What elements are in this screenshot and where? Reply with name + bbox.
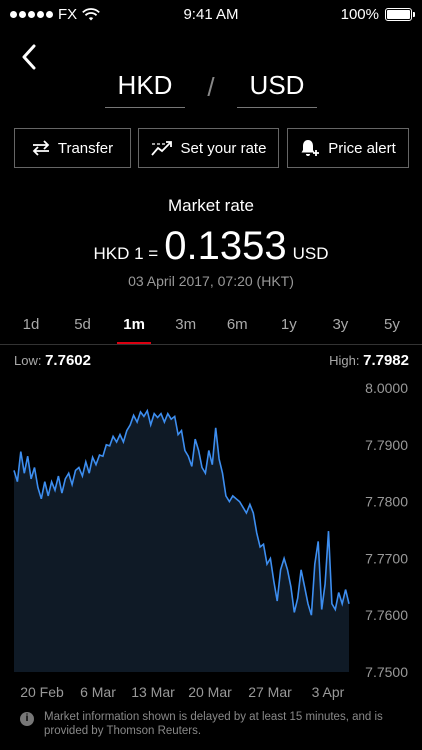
trend-line-icon	[150, 141, 172, 156]
chart-area-fill	[14, 410, 349, 672]
y-tick-label: 7.7500	[365, 664, 408, 680]
transfer-label: Transfer	[57, 139, 114, 157]
y-tick-label: 7.7900	[365, 437, 408, 453]
x-tick-label: 20 Mar	[188, 684, 232, 700]
x-tick-label: 20 Feb	[20, 684, 64, 700]
set-rate-button[interactable]: Set your rate	[138, 128, 279, 168]
y-tick-label: 7.7600	[365, 607, 408, 623]
high-stat: High: 7.7982	[329, 352, 409, 369]
footer-disclaimer: i Market information shown is delayed by…	[20, 710, 410, 738]
low-value: 7.7602	[45, 352, 91, 369]
set-rate-label: Set your rate	[180, 139, 267, 157]
low-label: Low:	[14, 353, 42, 368]
tab-period[interactable]: 3m	[169, 316, 203, 342]
transfer-button[interactable]: Transfer	[14, 128, 131, 168]
status-right: 100%	[340, 6, 415, 23]
rate-quote-currency: USD	[292, 244, 329, 263]
tab-period[interactable]: 3y	[323, 316, 357, 342]
y-tick-label: 8.0000	[365, 380, 408, 396]
info-icon: i	[20, 712, 34, 726]
disclaimer-text: Market information shown is delayed by a…	[44, 711, 383, 737]
x-tick-label: 27 Mar	[248, 684, 292, 700]
y-tick-label: 7.7700	[365, 550, 408, 566]
back-button[interactable]	[14, 40, 44, 74]
market-rate-section: Market rate HKD 1 = 0.1353 USD 03 April …	[0, 196, 422, 289]
rate-chart[interactable]: 8.0000 7.7900 7.7800 7.7700 7.7600 7.7500 20 F…	[0, 370, 422, 710]
pair-separator: /	[207, 72, 215, 102]
tab-period[interactable]: 1m	[117, 316, 152, 344]
bell-plus-icon	[301, 140, 320, 156]
rate-value: 0.1353	[164, 224, 287, 268]
period-tabs: 1d 5d 1m 3m 6m 1y 3y 5y	[14, 316, 409, 344]
market-rate-label: Market rate	[168, 196, 254, 215]
from-currency-selector[interactable]: HKD	[105, 70, 185, 108]
price-alert-button[interactable]: Price alert	[287, 128, 409, 168]
currency-pair: HKD / USD	[0, 70, 422, 110]
to-currency-selector[interactable]: USD	[237, 70, 317, 108]
rate-timestamp: 03 April 2017, 07:20 (HKT)	[128, 273, 294, 289]
divider	[0, 344, 422, 345]
x-tick-label: 13 Mar	[131, 684, 175, 700]
high-label: High:	[329, 353, 360, 368]
transfer-arrows-icon	[32, 140, 50, 156]
battery-icon	[385, 8, 415, 21]
tab-period[interactable]: 1y	[272, 316, 306, 342]
price-alert-label: Price alert	[328, 139, 396, 157]
x-tick-label: 3 Apr	[312, 684, 345, 700]
y-tick-label: 7.7800	[365, 494, 408, 510]
chevron-left-icon	[22, 44, 36, 70]
status-bar: FX 9:41 AM 100%	[0, 0, 422, 30]
action-buttons: Transfer Set your rate Price alert	[14, 128, 409, 168]
x-tick-label: 6 Mar	[80, 684, 116, 700]
low-stat: Low: 7.7602	[14, 352, 91, 369]
tab-period[interactable]: 5d	[66, 316, 100, 342]
battery-percent: 100%	[340, 6, 379, 23]
tab-period[interactable]: 1d	[14, 316, 48, 342]
tab-period[interactable]: 6m	[220, 316, 254, 342]
high-value: 7.7982	[363, 352, 409, 369]
rate-base: HKD 1 =	[93, 244, 159, 263]
tab-period[interactable]: 5y	[375, 316, 409, 342]
rate-line: HKD 1 = 0.1353 USD	[0, 224, 422, 269]
